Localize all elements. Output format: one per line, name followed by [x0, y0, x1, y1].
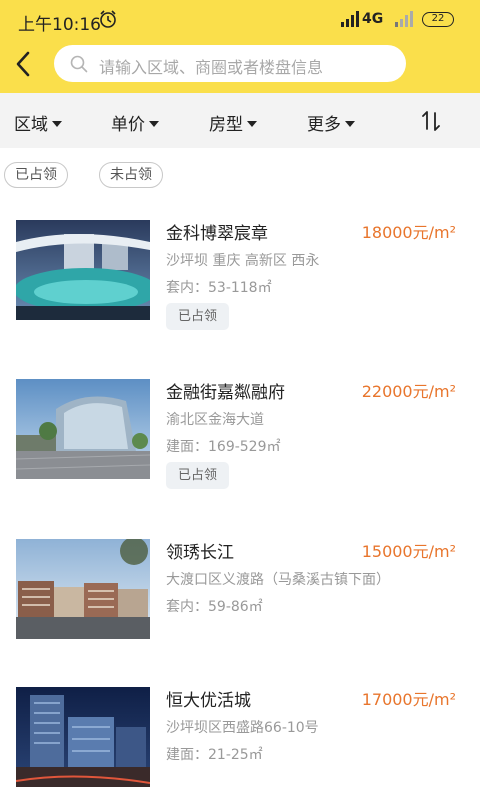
chip-unoccupied[interactable]: 未占领	[99, 162, 163, 188]
listing-image	[16, 220, 150, 320]
chip-occupied[interactable]: 已占领	[4, 162, 68, 188]
listing-card[interactable]: 领琇长江 15000元/m² 大渡口区义渡路（马桑溪古镇下面） 套内：59-86…	[0, 539, 480, 679]
listing-location: 渝北区金海大道	[166, 412, 264, 428]
search-placeholder: 请输入区域、商圈或者楼盘信息	[99, 58, 324, 77]
filter-unit-price-label: 单价	[111, 115, 145, 135]
alarm-icon	[100, 10, 116, 28]
listing-card[interactable]: 金融街嘉粼融府 22000元/m² 渝北区金海大道 建面：169-529㎡ 已占…	[0, 379, 480, 519]
listing-price: 18000元/m²	[361, 223, 456, 242]
listing-name: 恒大优活城	[166, 691, 251, 711]
filter-district[interactable]: 区域	[14, 110, 62, 135]
listing-image	[16, 539, 150, 639]
listing-name: 领琇长江	[166, 543, 234, 563]
listing-price: 15000元/m²	[361, 542, 456, 561]
listing-status-badge: 已占领	[166, 303, 230, 330]
listing-price: 22000元/m²	[361, 382, 456, 401]
listing-name: 金融街嘉粼融府	[166, 383, 285, 403]
listing-area: 建面：169-529㎡	[166, 439, 281, 455]
listing-location: 沙坪坝 重庆 高新区 西永	[166, 253, 320, 269]
search-input[interactable]: 请输入区域、商圈或者楼盘信息	[54, 45, 406, 82]
caret-down-icon	[247, 120, 257, 127]
status-bar: 上午10:16 4G 22	[0, 0, 480, 38]
filter-more[interactable]: 更多	[307, 110, 355, 135]
filter-room-type-label: 房型	[209, 115, 243, 135]
filter-more-label: 更多	[307, 115, 341, 135]
listing-area: 建面：21-25㎡	[166, 747, 263, 763]
filter-district-label: 区域	[14, 115, 48, 135]
caret-down-icon	[52, 120, 62, 127]
listing-status-badge: 已占领	[166, 462, 230, 489]
network-type: 4G	[362, 11, 384, 27]
filter-unit-price[interactable]: 单价	[111, 110, 159, 135]
filter-room-type[interactable]: 房型	[209, 110, 257, 135]
listing-card[interactable]: 金科博翠宸章 18000元/m² 沙坪坝 重庆 高新区 西永 套内：53-118…	[0, 220, 480, 360]
listing-image	[16, 687, 150, 787]
filter-bar: 区域 单价 房型 更多	[0, 93, 480, 148]
listing-name: 金科博翠宸章	[166, 224, 268, 244]
back-arrow-icon[interactable]	[12, 50, 36, 78]
battery-indicator: 22	[422, 12, 454, 27]
listing-location: 沙坪坝区西盛路66-10号	[166, 720, 319, 736]
caret-down-icon	[345, 120, 355, 127]
signal-icon	[341, 11, 359, 27]
listing-location: 大渡口区义渡路（马桑溪古镇下面）	[166, 572, 390, 588]
search-icon	[70, 55, 88, 73]
status-time: 上午10:16	[18, 15, 101, 35]
listing-area: 套内：59-86㎡	[166, 599, 263, 615]
sort-icon[interactable]	[420, 110, 442, 132]
listing-card[interactable]: 恒大优活城 17000元/m² 沙坪坝区西盛路66-10号 建面：21-25㎡	[0, 687, 480, 800]
app-header: 上午10:16 4G 22 请输入区域、商圈或者楼盘信息	[0, 0, 480, 93]
signal-weak-icon	[395, 11, 413, 27]
listing-area: 套内：53-118㎡	[166, 280, 272, 296]
caret-down-icon	[149, 120, 159, 127]
listing-price: 17000元/m²	[361, 690, 456, 709]
listing-image	[16, 379, 150, 479]
